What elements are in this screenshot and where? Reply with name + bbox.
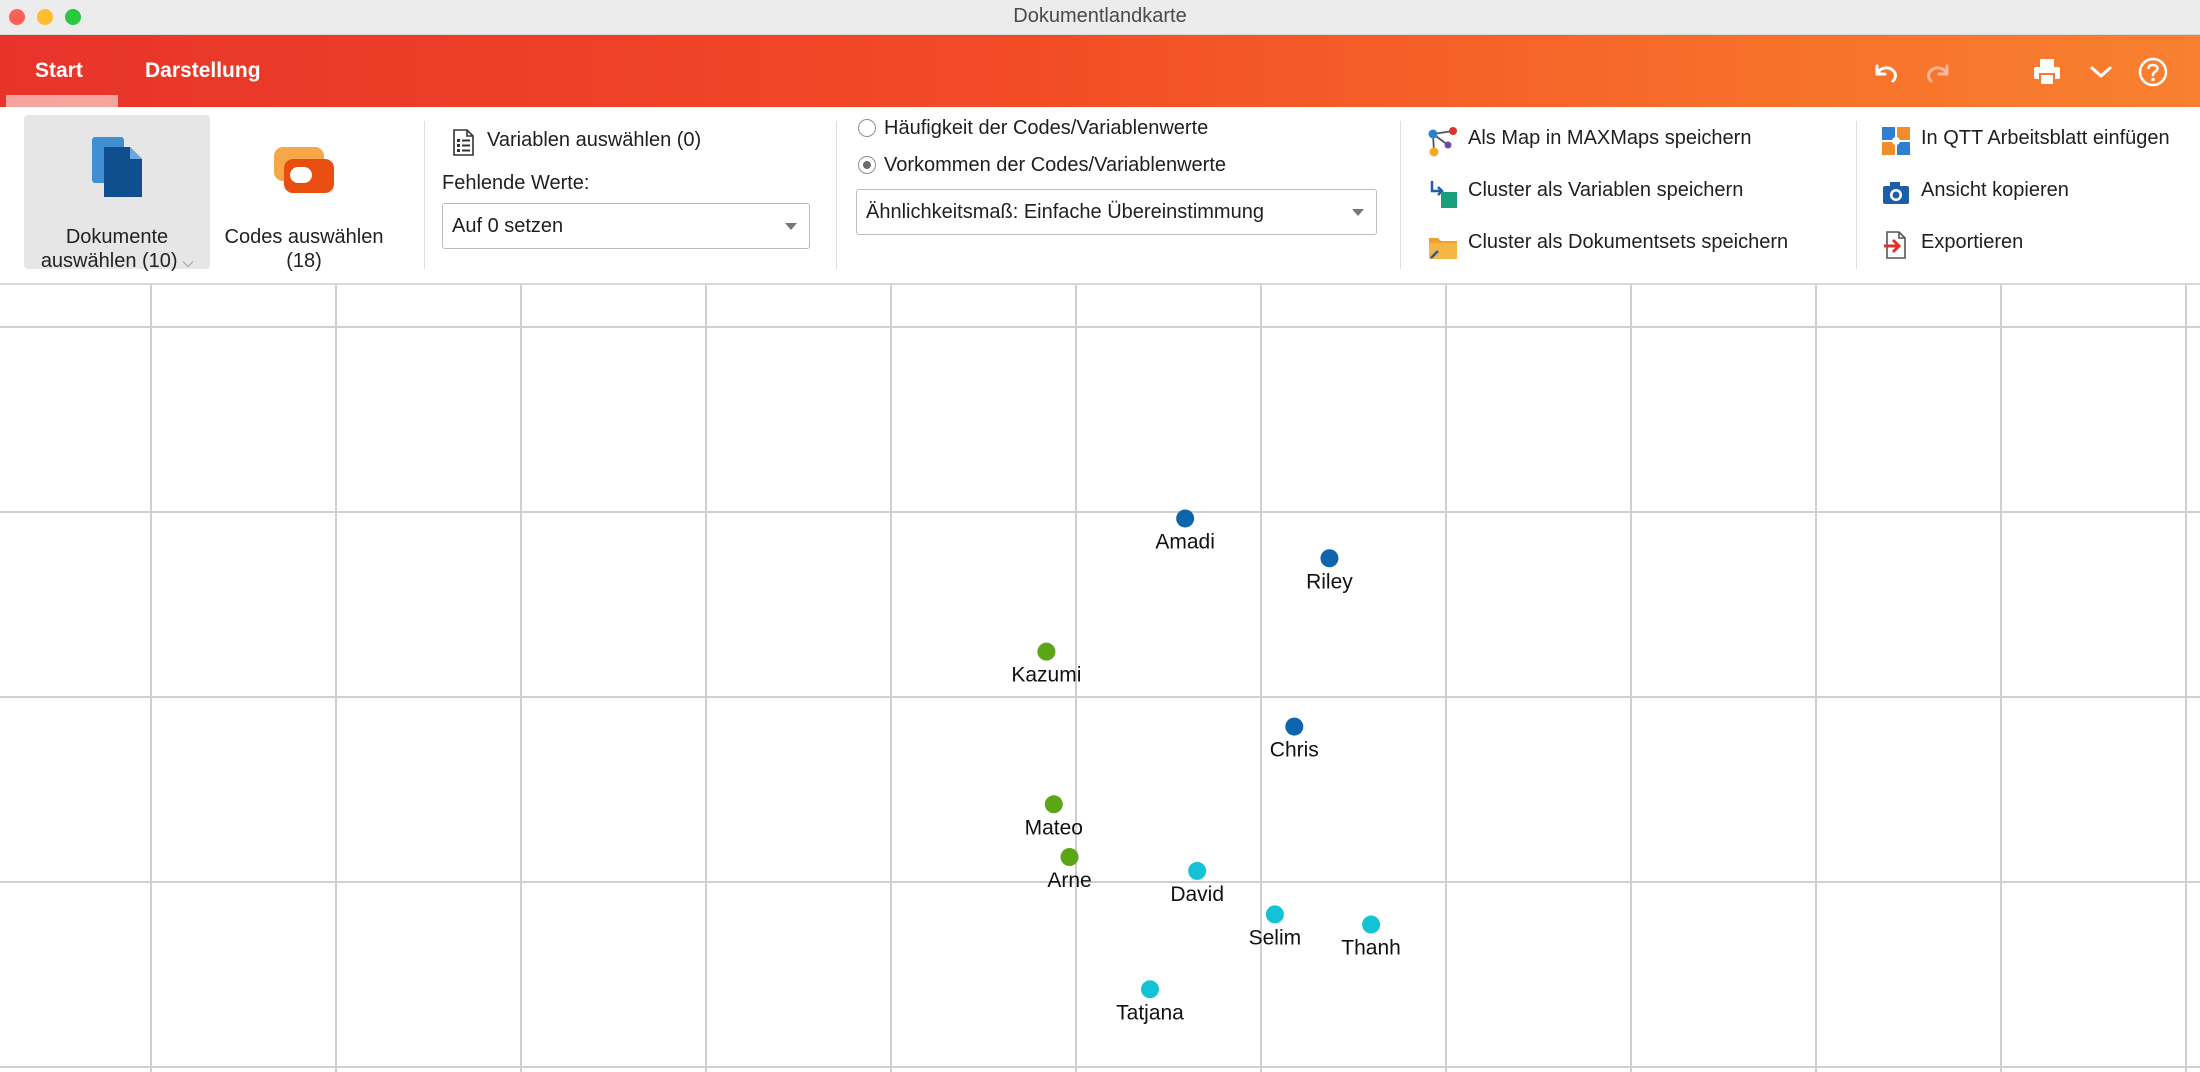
ribbon-separator: [424, 121, 425, 269]
ribbon-separator: [836, 121, 837, 269]
select-codes-label-line2: (18): [286, 250, 322, 272]
select-variables-button[interactable]: Variablen auswählen (0): [448, 125, 748, 156]
copy-view-label: Ansicht kopieren: [1921, 179, 2069, 201]
select-documents-label-line1: Dokumente: [65, 226, 169, 248]
radio-frequency-label[interactable]: Häufigkeit der Codes/Variablenwerte: [884, 117, 1208, 140]
radio-occurrence[interactable]: [858, 156, 876, 174]
document-point-mateo[interactable]: [1044, 795, 1063, 814]
document-label-david: David: [1170, 883, 1224, 906]
select-variables-label: Variablen auswählen (0): [487, 129, 702, 151]
insert-qtt-worksheet-button[interactable]: In QTT Arbeitsblatt einfügen: [1880, 123, 2198, 155]
document-label-riley: Riley: [1306, 570, 1353, 593]
documents-icon: [92, 137, 142, 197]
dropdown-arrow-icon: [785, 223, 797, 230]
document-point-selim[interactable]: [1265, 905, 1284, 924]
select-codes-button[interactable]: Codes auswählen (18): [212, 115, 396, 272]
export-icon: [1884, 231, 1906, 259]
insert-qtt-worksheet-label: In QTT Arbeitsblatt einfügen: [1921, 127, 2170, 149]
select-codes-label-line1: Codes auswählen: [224, 226, 384, 248]
select-documents-button[interactable]: Dokumente auswählen (10) ⌵: [24, 115, 210, 272]
document-point-tatjana[interactable]: [1141, 980, 1159, 999]
tab-darstellung[interactable]: Darstellung: [145, 59, 261, 83]
maxmaps-icon: [1428, 127, 1457, 157]
qtt-icon: [1882, 127, 1910, 155]
save-cluster-variables-label: Cluster als Variablen speichern: [1468, 179, 1744, 201]
document-point-thanh[interactable]: [1362, 915, 1381, 934]
dropdown-arrow-icon: [1352, 209, 1364, 216]
ribbon-separator: [1856, 121, 1857, 269]
copy-view-button[interactable]: Ansicht kopieren: [1880, 175, 2198, 205]
missing-values-select[interactable]: Auf 0 setzen: [442, 203, 810, 249]
tab-start[interactable]: Start: [35, 59, 83, 83]
radio-frequency[interactable]: [858, 119, 876, 137]
codes-icon: [274, 147, 334, 193]
save-as-maxmaps-label: Als Map in MAXMaps speichern: [1468, 127, 1752, 149]
export-label: Exportieren: [1921, 231, 2024, 253]
chevron-down-icon[interactable]: [2084, 55, 2118, 89]
document-label-arne: Arne: [1047, 869, 1091, 892]
document-point-david[interactable]: [1188, 861, 1207, 880]
document-label-tatjana: Tatjana: [1116, 1001, 1184, 1024]
chevron-down-small-icon[interactable]: ⌵: [183, 254, 194, 270]
document-map-chart: Amadi Riley Chris Kazumi Mateo Arne David Selim…: [0, 285, 2200, 1072]
ribbon-panel: Dokumente auswählen (10) ⌵ Codes auswähle…: [0, 107, 2200, 285]
ribbon-separator: [1400, 121, 1401, 269]
title-bar: Dokumentlandkarte: [0, 0, 2200, 35]
select-documents-label-line2: auswählen (10): [40, 250, 178, 272]
help-icon[interactable]: [2136, 55, 2170, 89]
document-label-mateo: Mateo: [1025, 816, 1083, 839]
document-point-arne[interactable]: [1060, 848, 1079, 867]
missing-values-label: Fehlende Werte:: [442, 172, 590, 194]
document-label-chris: Chris: [1270, 739, 1319, 762]
missing-values-value: Auf 0 setzen: [452, 215, 564, 237]
export-button[interactable]: Exportieren: [1880, 227, 2198, 259]
save-cluster-variables-button[interactable]: Cluster als Variablen speichern: [1426, 175, 1846, 208]
cluster-variables-icon: [1430, 181, 1457, 208]
ribbon-tab-bar: Start Darstellung: [0, 35, 2200, 107]
undo-icon[interactable]: [1868, 55, 1902, 89]
camera-icon: [1883, 182, 1909, 204]
cluster-docsets-icon: [1429, 238, 1457, 259]
document-label-thanh: Thanh: [1341, 937, 1401, 960]
document-point-kazumi[interactable]: [1037, 642, 1056, 661]
document-label-kazumi: Kazumi: [1011, 664, 1081, 687]
document-point-riley[interactable]: [1320, 549, 1339, 568]
document-label-selim: Selim: [1249, 926, 1302, 949]
active-tab-indicator: [6, 95, 118, 107]
similarity-measure-select[interactable]: Ähnlichkeitsmaß: Einfache Übereinstimmun…: [856, 189, 1377, 235]
window-title: Dokumentlandkarte: [1013, 5, 1187, 27]
variables-icon: [453, 129, 474, 156]
save-cluster-docsets-button[interactable]: Cluster als Dokumentsets speichern: [1426, 227, 1846, 259]
similarity-measure-value: Ähnlichkeitsmaß: Einfache Übereinstimmun…: [866, 201, 1264, 223]
document-point-chris[interactable]: [1285, 717, 1304, 736]
document-label-amadi: Amadi: [1155, 530, 1215, 553]
redo-icon[interactable]: [1922, 55, 1956, 89]
radio-occurrence-label[interactable]: Vorkommen der Codes/Variablenwerte: [884, 154, 1226, 177]
save-as-maxmaps-button[interactable]: Als Map in MAXMaps speichern: [1426, 123, 1846, 157]
document-point-amadi[interactable]: [1176, 509, 1195, 528]
print-icon[interactable]: [2030, 55, 2064, 89]
save-cluster-docsets-label: Cluster als Dokumentsets speichern: [1468, 231, 1789, 253]
document-map: Amadi Riley Chris Kazumi Mateo Arne David Selim…: [0, 285, 2200, 1072]
